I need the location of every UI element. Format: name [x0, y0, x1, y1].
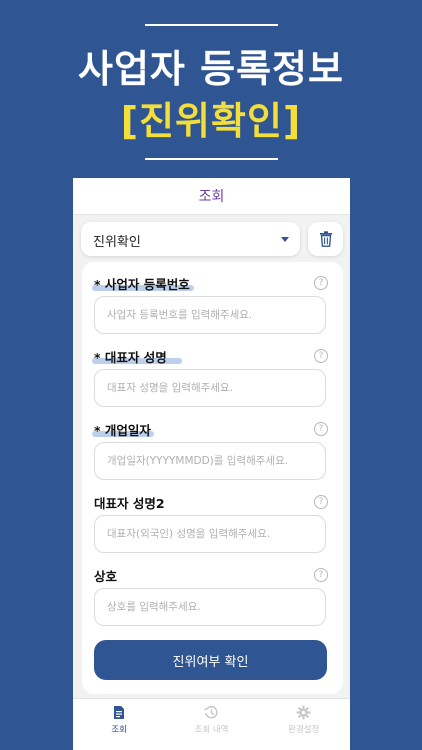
field-label: * 개업일자 [94, 423, 151, 438]
field-company-name: 상호 ? [94, 566, 328, 626]
form-card: * 사업자 등록번호 ? * 대표자 성명 ? * 개업일자 ? 대표자 성 [82, 262, 343, 694]
bottom-nav: 조회 조회 내역 환경설정 [73, 698, 350, 750]
phone-screen: 조회 진위확인 * 사업자 등록번호 ? 사업자 등록번호를 입력해주세요. *… [73, 178, 350, 750]
business-number-input[interactable] [94, 296, 326, 334]
help-icon[interactable]: ? [314, 495, 328, 509]
nav-item-history[interactable]: 조회 내역 [165, 699, 257, 750]
field-label: 상호 [94, 569, 118, 584]
promo-subheadline: [진위확인] [120, 99, 302, 143]
opening-date-input[interactable] [94, 442, 326, 480]
help-icon[interactable]: ? [314, 349, 328, 363]
representative-name-2-input[interactable] [94, 515, 326, 553]
nav-label: 조회 [111, 725, 127, 735]
top-divider [145, 24, 278, 26]
delete-button[interactable] [308, 222, 343, 256]
field-label: * 사업자 등록번호 [94, 277, 190, 292]
field-representative-name-2: 대표자 성명2 ? [94, 493, 328, 553]
nav-label: 환경설정 [288, 725, 320, 735]
history-icon [204, 706, 218, 719]
trash-icon [319, 231, 332, 247]
field-label: * 대표자 성명 [94, 350, 167, 365]
field-business-number: * 사업자 등록번호 ? [92, 274, 328, 334]
promo-headline: 사업자 등록정보 [78, 47, 344, 91]
app-title: 조회 [198, 189, 225, 205]
nav-item-lookup[interactable]: 조회 [73, 699, 165, 750]
nav-item-settings[interactable]: 환경설정 [258, 699, 350, 750]
field-opening-date: * 개업일자 ? [92, 420, 328, 480]
help-icon[interactable]: ? [314, 568, 328, 582]
app-header: 조회 [73, 178, 350, 215]
verify-button[interactable]: 진위여부 확인 [94, 640, 327, 680]
field-representative-name: * 대표자 성명 ? [92, 347, 328, 407]
field-label: 대표자 성명2 [94, 496, 165, 511]
help-icon[interactable]: ? [314, 422, 328, 436]
document-icon [114, 706, 125, 719]
help-icon[interactable]: ? [314, 276, 328, 290]
company-name-input[interactable] [94, 588, 326, 626]
mode-select-row: 진위확인 [81, 222, 343, 256]
nav-label: 조회 내역 [194, 725, 229, 735]
mode-dropdown-value: 진위확인 [93, 235, 141, 250]
bottom-divider [145, 158, 278, 160]
representative-name-input[interactable] [94, 369, 326, 407]
chevron-down-icon [281, 237, 289, 242]
mode-dropdown[interactable]: 진위확인 [81, 222, 300, 256]
gear-icon [296, 705, 311, 720]
